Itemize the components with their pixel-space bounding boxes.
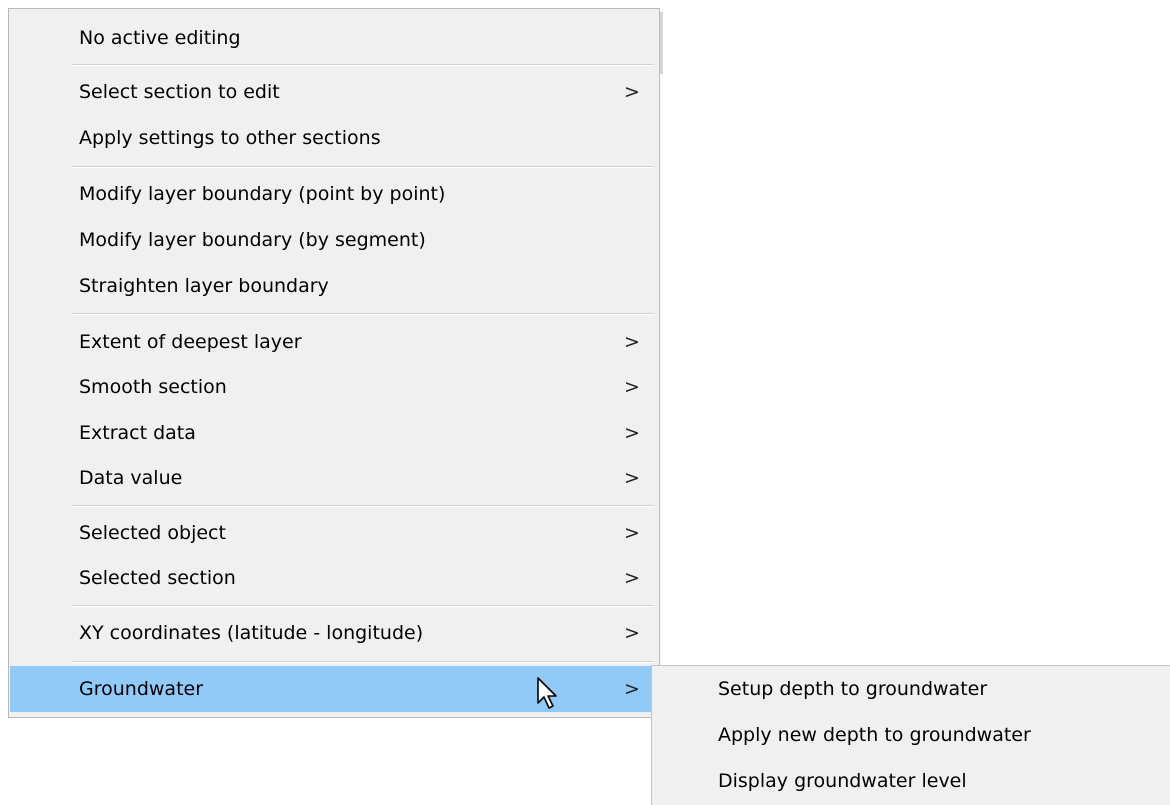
chevron-right-icon: > xyxy=(624,678,640,700)
menu-item-label: Apply settings to other sections xyxy=(79,127,381,149)
context-menu: No active editing Select section to edit… xyxy=(8,8,660,718)
menu-separator xyxy=(71,313,654,315)
menu-item-label: Straighten layer boundary xyxy=(79,275,329,297)
chevron-right-icon: > xyxy=(624,376,640,398)
menu-item-selected-object[interactable]: Selected object > xyxy=(10,510,656,556)
menu-item-label: XY coordinates (latitude - longitude) xyxy=(79,622,424,644)
menu-item-label: No active editing xyxy=(79,27,241,49)
menu-item-straighten[interactable]: Straighten layer boundary xyxy=(10,263,656,309)
menu-item-label: Modify layer boundary (point by point) xyxy=(79,183,446,205)
menu-item-label: Selected object xyxy=(79,522,226,544)
menu-separator xyxy=(71,505,654,507)
menu-item-selected-section[interactable]: Selected section > xyxy=(10,555,656,601)
submenu-item-setup-depth[interactable]: Setup depth to groundwater xyxy=(652,666,1170,712)
menu-separator xyxy=(71,605,654,607)
menu-separator xyxy=(71,64,654,66)
menu-item-select-section[interactable]: Select section to edit > xyxy=(10,69,656,115)
menu-item-label: Smooth section xyxy=(79,376,227,398)
menu-item-data-value[interactable]: Data value > xyxy=(10,455,656,501)
chevron-right-icon: > xyxy=(624,522,640,544)
menu-item-label: Extract data xyxy=(79,422,196,444)
submenu-item-label: Apply new depth to groundwater xyxy=(718,724,1031,746)
groundwater-submenu: Setup depth to groundwater Apply new dep… xyxy=(651,665,1170,805)
chevron-right-icon: > xyxy=(624,467,640,489)
menu-item-extract-data[interactable]: Extract data > xyxy=(10,410,656,456)
submenu-item-label: Display groundwater level xyxy=(718,770,967,792)
menu-item-modify-point[interactable]: Modify layer boundary (point by point) xyxy=(10,171,656,217)
menu-item-label: Data value xyxy=(79,467,183,489)
menu-item-modify-segment[interactable]: Modify layer boundary (by segment) xyxy=(10,217,656,263)
menu-item-extent-deepest[interactable]: Extent of deepest layer > xyxy=(10,319,656,365)
menu-item-smooth-section[interactable]: Smooth section > xyxy=(10,364,656,410)
submenu-item-apply-depth[interactable]: Apply new depth to groundwater xyxy=(652,712,1170,758)
submenu-item-display-level[interactable]: Display groundwater level xyxy=(652,758,1170,804)
menu-separator xyxy=(71,661,654,663)
menu-item-label: Extent of deepest layer xyxy=(79,331,302,353)
menu-item-label: Groundwater xyxy=(79,678,204,700)
menu-separator xyxy=(71,166,654,168)
chevron-right-icon: > xyxy=(624,81,640,103)
menu-item-label: Selected section xyxy=(79,567,236,589)
mouse-pointer-icon xyxy=(537,677,557,709)
chevron-right-icon: > xyxy=(624,622,640,644)
chevron-right-icon: > xyxy=(624,331,640,353)
screen: No active editing Select section to edit… xyxy=(0,0,1170,805)
menu-item-xy-coordinates[interactable]: XY coordinates (latitude - longitude) > xyxy=(10,610,656,656)
menu-item-label: Modify layer boundary (by segment) xyxy=(79,229,426,251)
menu-item-apply-settings[interactable]: Apply settings to other sections xyxy=(10,115,656,161)
menu-item-no-active-editing[interactable]: No active editing xyxy=(10,15,656,61)
chevron-right-icon: > xyxy=(624,422,640,444)
menu-item-label: Select section to edit xyxy=(79,81,280,103)
chevron-right-icon: > xyxy=(624,567,640,589)
submenu-item-label: Setup depth to groundwater xyxy=(718,678,988,700)
